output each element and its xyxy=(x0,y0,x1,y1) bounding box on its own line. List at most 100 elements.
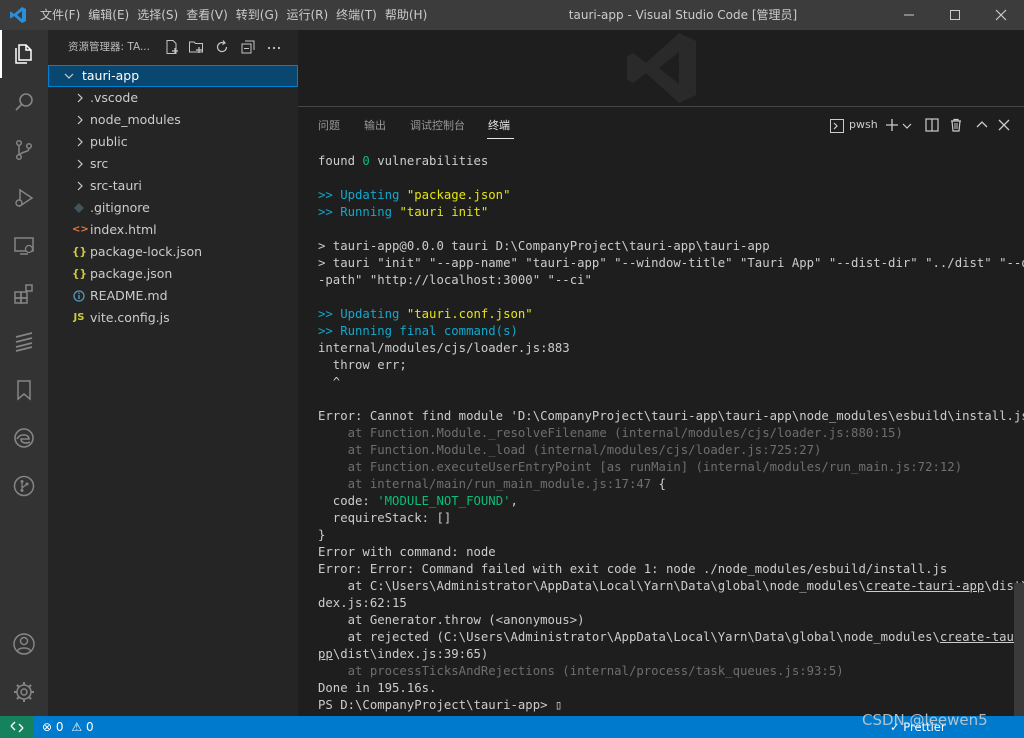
terminal-text: > tauri "init" "--app-name" "tauri-app" … xyxy=(318,256,1024,270)
tree-file[interactable]: JS vite.config.js xyxy=(48,307,298,329)
terminal-line: internal/modules/cjs/loader.js:883 xyxy=(318,340,1018,357)
chevron-up-icon[interactable] xyxy=(976,119,988,131)
tab-terminal[interactable]: 终端 xyxy=(488,117,510,133)
html-icon: <> xyxy=(72,224,89,235)
maximize-button[interactable] xyxy=(932,0,978,30)
tree-root-folder[interactable]: tauri-app xyxy=(48,65,298,87)
terminal-text: 'MODULE_NOT_FOUND' xyxy=(377,494,511,508)
close-window-button[interactable] xyxy=(978,0,1024,30)
terminal-text: at processTicksAndRejections (internal/p… xyxy=(318,664,844,678)
csdn-watermark: CSDN @leewen5 xyxy=(862,711,988,729)
new-file-icon[interactable] xyxy=(164,39,180,55)
refresh-icon[interactable] xyxy=(214,39,230,55)
terminal-shell-label[interactable]: pwsh xyxy=(849,118,878,131)
terminal-text: vulnerabilities xyxy=(369,154,489,168)
terminal-text: -path" "http://localhost:3000" "--ci" xyxy=(318,273,592,287)
terminal-text: >> Updating xyxy=(318,307,407,321)
terminal-text: ▯ xyxy=(554,698,563,712)
terminal-text: at C:\Users\Administrator\AppData\Local\… xyxy=(318,579,866,593)
tree-folder[interactable]: src xyxy=(48,153,298,175)
tree-file-label: README.md xyxy=(90,288,168,303)
terminal-output[interactable]: found 0 vulnerabilities >> Updating "pack… xyxy=(318,153,1024,714)
menu-selection[interactable]: 选择(S) xyxy=(133,0,182,30)
more-actions-icon[interactable] xyxy=(266,39,282,55)
minimize-button[interactable] xyxy=(886,0,932,30)
problems-indicator[interactable]: ⊗ 0 ⚠ 0 xyxy=(42,716,94,738)
manage-button[interactable] xyxy=(0,668,48,716)
stackblitz-button[interactable] xyxy=(0,318,48,366)
chevron-down-icon[interactable] xyxy=(902,121,912,131)
terminal-text: at rejected (C:\Users\Administrator\AppD… xyxy=(318,630,940,644)
run-debug-button[interactable] xyxy=(0,174,48,222)
terminal-line: at internal/main/run_main_module.js:17:4… xyxy=(318,476,1018,493)
terminal-line: >> Running "tauri init" xyxy=(318,204,1018,221)
terminal-line: found 0 vulnerabilities xyxy=(318,153,1018,170)
split-terminal-icon[interactable] xyxy=(925,118,939,132)
collapse-all-icon[interactable] xyxy=(240,39,256,55)
menu-view[interactable]: 查看(V) xyxy=(182,0,232,30)
tree-file-label: package.json xyxy=(90,266,173,281)
tree-folder[interactable]: src-tauri xyxy=(48,175,298,197)
remote-explorer-button[interactable] xyxy=(0,222,48,270)
git-graph-button[interactable] xyxy=(0,462,48,510)
tree-file[interactable]: {} package-lock.json xyxy=(48,241,298,263)
warning-icon: ⚠ xyxy=(71,720,83,734)
terminal-line: >> Running final command(s) xyxy=(318,323,1018,340)
search-button[interactable] xyxy=(0,78,48,126)
terminal-text: Error with command: node xyxy=(318,545,496,559)
git-graph-icon xyxy=(13,475,35,497)
terminal-line: dex.js:62:15 xyxy=(318,595,1018,612)
terminal-line: at rejected (C:\Users\Administrator\AppD… xyxy=(318,629,1024,646)
terminal-text: , xyxy=(510,494,518,508)
terminal-line: Error: Error: Command failed with exit c… xyxy=(318,561,1018,578)
menu-bar: 文件(F) 编辑(E) 选择(S) 查看(V) 转到(G) 运行(R) 终端(T… xyxy=(36,0,431,30)
remote-indicator[interactable] xyxy=(0,716,34,738)
tree-file[interactable]: <> index.html xyxy=(48,219,298,241)
trash-icon[interactable] xyxy=(949,118,963,132)
edge-icon xyxy=(14,428,34,448)
menu-edit[interactable]: 编辑(E) xyxy=(84,0,133,30)
tree-folder[interactable]: public xyxy=(48,131,298,153)
new-folder-icon[interactable] xyxy=(188,39,204,55)
terminal-line: } xyxy=(318,527,1018,544)
menu-terminal[interactable]: 终端(T) xyxy=(332,0,381,30)
menu-go[interactable]: 转到(G) xyxy=(232,0,283,30)
chevron-right-icon xyxy=(77,137,83,147)
terminal-text: create-tauri-a xyxy=(939,630,1024,644)
terminal-scrollbar[interactable] xyxy=(1014,583,1024,717)
bottom-panel: 问题 输出 调试控制台 终端 pwsh found 0 vulnerabilit… xyxy=(298,106,1024,717)
json-icon: {} xyxy=(72,268,87,280)
source-control-button[interactable] xyxy=(0,126,48,174)
tree-root-label: tauri-app xyxy=(82,68,140,83)
terminal-line: Done in 195.16s. xyxy=(318,680,1018,697)
tree-file[interactable]: {} package.json xyxy=(48,263,298,285)
new-terminal-icon[interactable] xyxy=(885,118,899,132)
close-icon[interactable] xyxy=(998,119,1010,131)
terminal-line: code: 'MODULE_NOT_FOUND', xyxy=(318,493,1018,510)
chevron-right-icon xyxy=(77,115,83,125)
tab-debug-console[interactable]: 调试控制台 xyxy=(410,117,465,133)
menu-run[interactable]: 运行(R) xyxy=(282,0,332,30)
menu-file[interactable]: 文件(F) xyxy=(36,0,84,30)
account-icon xyxy=(13,633,35,655)
tree-file-label: vite.config.js xyxy=(90,310,170,325)
edge-devtools-button[interactable] xyxy=(0,414,48,462)
accounts-button[interactable] xyxy=(0,620,48,668)
explorer-button[interactable] xyxy=(0,30,48,78)
tab-problems[interactable]: 问题 xyxy=(318,117,340,133)
extensions-button[interactable] xyxy=(0,270,48,318)
terminal-line: at Function.Module._load (internal/modul… xyxy=(318,442,1018,459)
tree-file[interactable]: .gitignore xyxy=(48,197,298,219)
active-tab-indicator xyxy=(487,138,514,139)
bookmarks-button[interactable] xyxy=(0,366,48,414)
tree-folder[interactable]: node_modules xyxy=(48,109,298,131)
explorer-header: 资源管理器: TA... xyxy=(48,30,298,65)
tree-file[interactable]: README.md xyxy=(48,285,298,307)
tree-folder[interactable]: .vscode xyxy=(48,87,298,109)
terminal-text: internal/modules/cjs/loader.js:883 xyxy=(318,341,570,355)
tab-output[interactable]: 输出 xyxy=(364,117,386,133)
menu-help[interactable]: 帮助(H) xyxy=(381,0,431,30)
search-icon xyxy=(15,93,33,111)
terminal-line: pp\dist\index.js:39:65) xyxy=(318,646,1018,663)
